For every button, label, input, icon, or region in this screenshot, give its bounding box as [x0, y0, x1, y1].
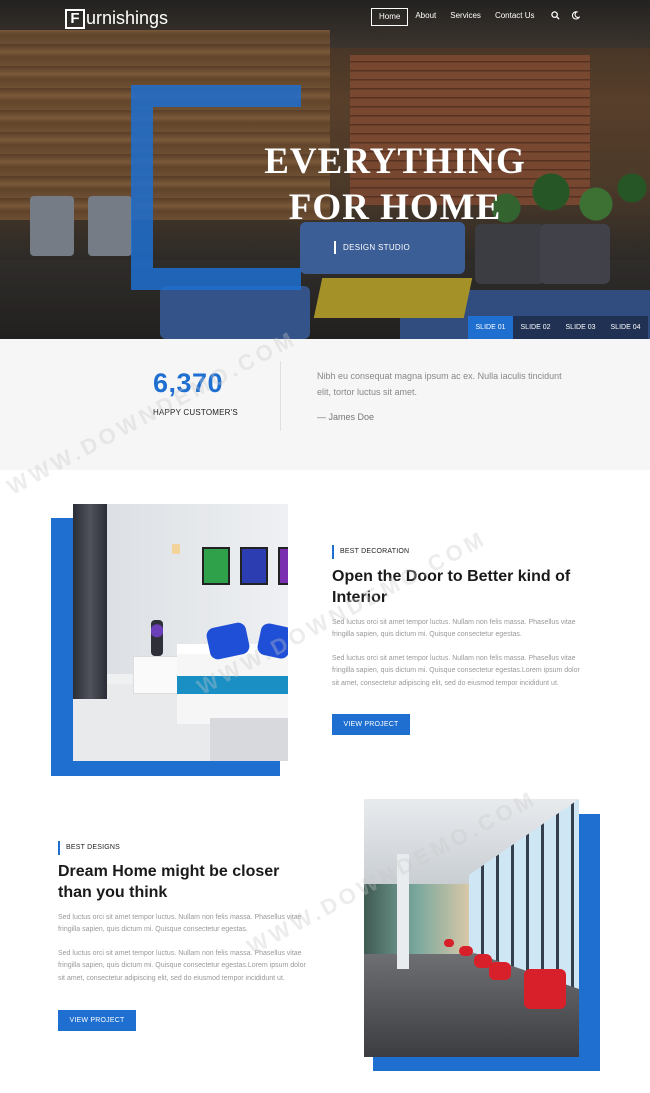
image-pillow: [256, 622, 288, 660]
hero-title-line1: EVERYTHING: [264, 141, 526, 182]
image-chair: [444, 939, 454, 947]
site-logo[interactable]: F urnishings: [65, 8, 168, 29]
image-lamp: [172, 544, 180, 554]
stats-section: 6,370 HAPPY CUSTOMER'S Nibh eu consequat…: [0, 339, 650, 470]
image-nightstand: [133, 656, 178, 694]
section1-heading: Open the Door to Better kind of Interior: [332, 568, 571, 606]
image-blanket: [177, 676, 288, 694]
image-artwork: [240, 547, 268, 585]
section2-tag: BEST DESIGNS: [58, 841, 120, 855]
slide-tab-04[interactable]: SLIDE 04: [603, 316, 648, 339]
moon-icon[interactable]: [570, 11, 582, 23]
image-chair: [459, 946, 473, 956]
section1-tag: BEST DECORATION: [332, 545, 409, 559]
page: F urnishings Home About Services Contact…: [0, 0, 650, 1093]
image-chair: [524, 969, 566, 1009]
image-artwork: [202, 547, 230, 585]
search-icon[interactable]: [550, 11, 562, 23]
hero-banner: F urnishings Home About Services Contact…: [0, 0, 650, 339]
slide-tab-01[interactable]: SLIDE 01: [468, 316, 513, 339]
section2-paragraph-2: Sed luctus orci sit amet tempor luctus. …: [58, 950, 306, 982]
customer-count: 6,370: [153, 368, 224, 398]
stats-divider: [280, 361, 281, 431]
slide-tabs: SLIDE 01 SLIDE 02 SLIDE 03 SLIDE 04: [468, 316, 648, 339]
testimonial-author: — James Doe: [317, 412, 375, 422]
image-ottoman: [210, 718, 288, 761]
section1-paragraph-1: Sed luctus orci sit amet tempor luctus. …: [332, 619, 576, 639]
logo-letter: F: [65, 8, 85, 29]
image-column: [397, 854, 409, 969]
section2-heading: Dream Home might be closer than you thin…: [58, 863, 280, 901]
nav-about[interactable]: About: [408, 8, 443, 26]
nav-contact[interactable]: Contact Us: [488, 8, 542, 26]
nav-services[interactable]: Services: [443, 8, 488, 26]
hero-subtitle: DESIGN STUDIO: [334, 241, 410, 254]
nav-home[interactable]: Home: [371, 8, 409, 26]
hero-title-line2: FOR HOME: [288, 187, 502, 228]
view-project-button[interactable]: VIEW PROJECT: [58, 1010, 136, 1031]
image-artwork: [278, 547, 288, 585]
view-project-button[interactable]: VIEW PROJECT: [332, 714, 410, 735]
logo-text: urnishings: [86, 8, 169, 28]
hero-title: EVERYTHING FOR HOME: [220, 139, 570, 231]
image-chair: [489, 962, 511, 980]
image-plant: [151, 620, 163, 656]
slide-tab-02[interactable]: SLIDE 02: [513, 316, 558, 339]
main-nav: Home About Services Contact Us: [371, 8, 582, 26]
section1-paragraph-2: Sed luctus orci sit amet tempor luctus. …: [332, 655, 580, 687]
section2-paragraph-1: Sed luctus orci sit amet tempor luctus. …: [58, 914, 302, 934]
customer-count-label: HAPPY CUSTOMER'S: [153, 408, 238, 417]
slide-tab-03[interactable]: SLIDE 03: [558, 316, 603, 339]
bedroom-image: [73, 504, 288, 761]
testimonial-quote: Nibh eu consequat magna ipsum ac ex. Nul…: [317, 371, 562, 397]
image-curtain: [73, 504, 107, 699]
lounge-image: [364, 799, 579, 1057]
